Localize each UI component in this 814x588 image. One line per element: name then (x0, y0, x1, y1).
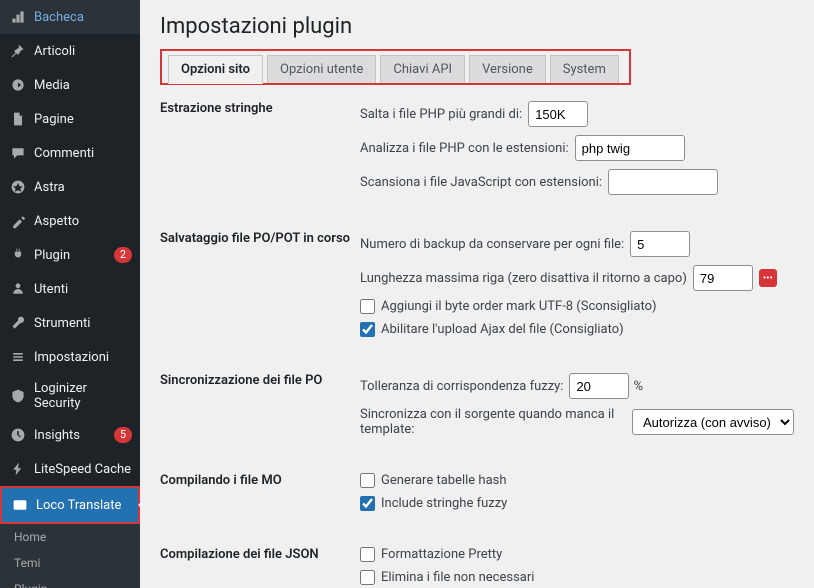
sidebar-item-loginizer-security[interactable]: Loginizer Security (0, 374, 140, 418)
badge: 5 (114, 427, 132, 443)
sidebar-sub-home[interactable]: Home (0, 524, 140, 550)
src-sync-select[interactable]: Autorizza (con avviso) (632, 409, 794, 435)
fuzzy-input[interactable] (569, 373, 629, 399)
sidebar-item-media[interactable]: Media (0, 68, 140, 102)
plugin-icon (8, 245, 28, 265)
backup-input[interactable] (630, 231, 690, 257)
sidebar-item-label: Articoli (34, 44, 132, 59)
fuzzy-label: Tolleranza di corrispondenza fuzzy: (360, 379, 563, 394)
sidebar-item-label: Pagine (34, 112, 132, 127)
src-sync-label: Sincronizza con il sorgente quando manca… (360, 407, 626, 437)
sidebar-item-label: Media (34, 78, 132, 93)
bom-label: Aggiungi il byte order mark UTF-8 (Scons… (381, 299, 657, 314)
shield-icon (8, 386, 28, 406)
sidebar-item-impostazioni[interactable]: Impostazioni (0, 340, 140, 374)
tools-icon (8, 313, 28, 333)
sidebar-item-pagine[interactable]: Pagine (0, 102, 140, 136)
tab-opzioni-utente[interactable]: Opzioni utente (267, 55, 376, 83)
backup-label: Numero di backup da conservare per ogni … (360, 237, 624, 252)
pretty-checkbox[interactable] (360, 547, 375, 562)
sidebar-item-label: Commenti (34, 146, 132, 161)
section-title-saving: Salvataggio file PO/POT in corso (160, 231, 360, 345)
page-icon (8, 109, 28, 129)
sidebar-item-label: Bacheca (34, 10, 132, 25)
section-title-json: Compilazione dei file JSON (160, 547, 360, 588)
sidebar-item-label: Aspetto (34, 214, 132, 229)
sidebar-item-litespeed-cache[interactable]: LiteSpeed Cache (0, 452, 140, 486)
section-title-mo: Compilando i file MO (160, 473, 360, 519)
sidebar-item-loco-translate[interactable]: Loco Translate (0, 486, 140, 524)
js-ext-label: Scansiona i file JavaScript con estensio… (360, 175, 602, 190)
sidebar-item-label: Impostazioni (34, 350, 132, 365)
comment-icon (8, 143, 28, 163)
sidebar-item-bacheca[interactable]: Bacheca (0, 0, 140, 34)
ajax-checkbox[interactable] (360, 322, 375, 337)
sidebar-item-label: Plugin (34, 248, 110, 263)
astra-icon (8, 177, 28, 197)
sidebar-item-commenti[interactable]: Commenti (0, 136, 140, 170)
media-icon (8, 75, 28, 95)
sidebar-sub-temi[interactable]: Temi (0, 550, 140, 576)
sidebar-item-label: Strumenti (34, 316, 132, 331)
sidebar-item-astra[interactable]: Astra (0, 170, 140, 204)
sidebar-item-label: LiteSpeed Cache (34, 462, 132, 477)
maxline-input[interactable] (693, 265, 753, 291)
hash-label: Generare tabelle hash (381, 473, 507, 488)
appearance-icon (8, 211, 28, 231)
maxline-label: Lunghezza massima riga (zero disattiva i… (360, 271, 687, 286)
section-title-extract: Estrazione stringhe (160, 101, 360, 203)
skip-input[interactable] (528, 101, 588, 127)
ajax-label: Abilitare l'upload Ajax del file (Consig… (381, 322, 624, 337)
fuzzy-mo-checkbox[interactable] (360, 496, 375, 511)
badge: 2 (114, 247, 132, 263)
sidebar-item-insights[interactable]: Insights 5 (0, 418, 140, 452)
sidebar-item-utenti[interactable]: Utenti (0, 272, 140, 306)
js-ext-input[interactable] (608, 169, 718, 195)
sidebar-item-label: Astra (34, 180, 132, 195)
litespeed-icon (8, 459, 28, 479)
pin-icon (8, 41, 28, 61)
del-json-checkbox[interactable] (360, 570, 375, 585)
section-title-sync: Sincronizzazione dei file PO (160, 373, 360, 445)
dashboard-icon (8, 7, 28, 27)
sidebar-item-plugin[interactable]: Plugin 2 (0, 238, 140, 272)
sidebar-item-strumenti[interactable]: Strumenti (0, 306, 140, 340)
sidebar-item-articoli[interactable]: Articoli (0, 34, 140, 68)
sidebar-item-label: Loco Translate (36, 498, 130, 513)
users-icon (8, 279, 28, 299)
ext-label: Analizza i file PHP con le estensioni: (360, 141, 569, 156)
page-title: Impostazioni plugin (160, 14, 794, 39)
skip-label: Salta i file PHP più grandi di: (360, 107, 522, 122)
hash-checkbox[interactable] (360, 473, 375, 488)
warning-icon: ••• (759, 269, 777, 287)
tab-bar: Opzioni sitoOpzioni utenteChiavi APIVers… (160, 49, 631, 85)
insights-icon (8, 425, 28, 445)
sidebar-sub-plugin[interactable]: Plugin (0, 576, 140, 588)
sidebar-item-aspetto[interactable]: Aspetto (0, 204, 140, 238)
sidebar-item-label: Loginizer Security (34, 381, 132, 411)
percent-symbol: % (633, 379, 643, 394)
translate-icon (10, 495, 30, 515)
admin-sidebar: Bacheca Articoli Media Pagine Commenti Astra A… (0, 0, 140, 588)
pretty-label: Formattazione Pretty (381, 547, 502, 562)
tab-opzioni-sito[interactable]: Opzioni sito (168, 55, 263, 84)
sidebar-item-label: Insights (34, 428, 110, 443)
tab-system[interactable]: System (550, 55, 619, 83)
ext-input[interactable] (575, 135, 685, 161)
fuzzy-mo-label: Include stringhe fuzzy (381, 496, 507, 511)
main-content: Impostazioni plugin Opzioni sitoOpzioni … (140, 0, 814, 588)
del-json-label: Elimina i file non necessari (381, 570, 534, 585)
sidebar-submenu: HomeTemiPluginWordPressLingueImpostazion… (0, 524, 140, 588)
tab-chiavi-api[interactable]: Chiavi API (380, 55, 465, 83)
tab-versione[interactable]: Versione (469, 55, 546, 83)
sidebar-item-label: Utenti (34, 282, 132, 297)
bom-checkbox[interactable] (360, 299, 375, 314)
settings-icon (8, 347, 28, 367)
